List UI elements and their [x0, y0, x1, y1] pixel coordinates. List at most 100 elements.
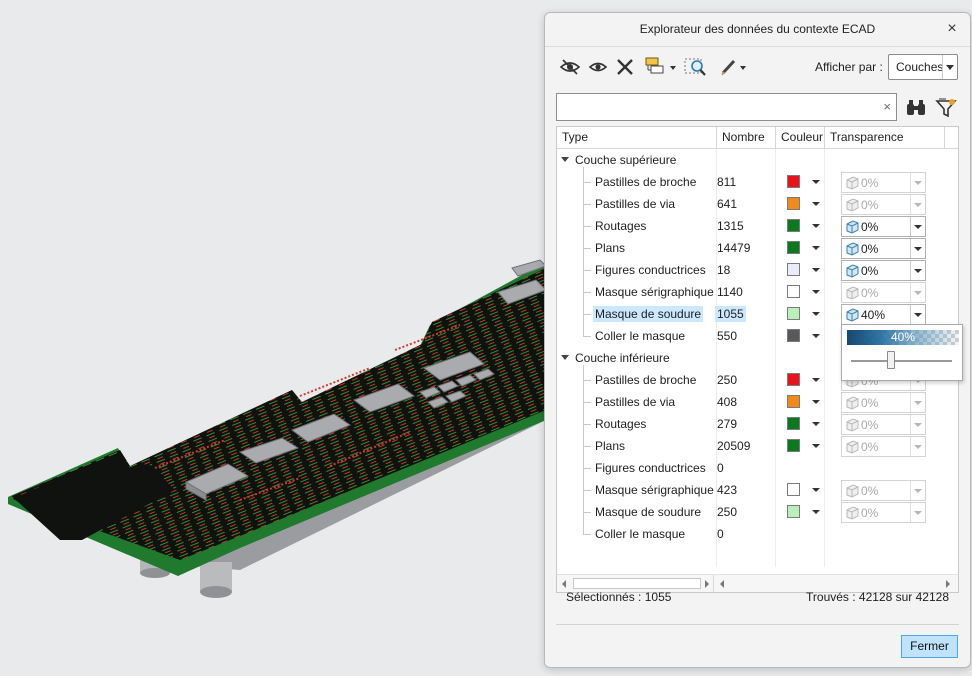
show-icon[interactable]: [586, 55, 610, 79]
scroll-right-icon[interactable]: [705, 580, 709, 588]
tree-item-row[interactable]: Masque de soudure 250 0%: [557, 501, 958, 523]
transparency-cube-icon: [845, 242, 859, 256]
chevron-down-icon[interactable]: [942, 55, 957, 79]
color-chevron-icon[interactable]: [812, 246, 820, 250]
chevron-down-icon[interactable]: [910, 195, 925, 214]
edit-pen-icon[interactable]: [717, 55, 751, 79]
color-chevron-icon[interactable]: [812, 224, 820, 228]
chevron-down-icon[interactable]: [910, 437, 925, 456]
binoculars-icon[interactable]: [905, 97, 927, 119]
color-chevron-icon[interactable]: [812, 268, 820, 272]
transparency-select[interactable]: 0%: [841, 436, 926, 457]
zoom-to-icon[interactable]: [683, 55, 709, 79]
delete-icon[interactable]: [613, 55, 637, 79]
scroll-left-icon[interactable]: [720, 580, 724, 588]
column-type[interactable]: Type: [557, 127, 717, 148]
display-by-label: Afficher par :: [815, 60, 883, 74]
color-swatch[interactable]: [787, 285, 800, 298]
color-swatch[interactable]: [787, 505, 800, 518]
color-swatch[interactable]: [787, 307, 800, 320]
search-input[interactable]: ×: [556, 93, 897, 121]
color-chevron-icon[interactable]: [812, 400, 820, 404]
tree-item-row[interactable]: Routages 1315 0%: [557, 215, 958, 237]
color-swatch[interactable]: [787, 417, 800, 430]
slider-thumb[interactable]: [887, 351, 896, 369]
tree-item-row[interactable]: Masque sérigraphique 423 0%: [557, 479, 958, 501]
tree-item-row[interactable]: Masque sérigraphique 1140 0%: [557, 281, 958, 303]
color-chevron-icon[interactable]: [812, 422, 820, 426]
color-swatch[interactable]: [787, 439, 800, 452]
clear-search-icon[interactable]: ×: [883, 99, 891, 115]
transparency-select[interactable]: 0%: [841, 480, 926, 501]
color-chevron-icon[interactable]: [812, 378, 820, 382]
close-button[interactable]: Fermer: [901, 635, 958, 658]
chevron-down-icon[interactable]: [910, 393, 925, 412]
display-by-select[interactable]: Couches: [888, 54, 958, 80]
transparency-select[interactable]: 0%: [841, 282, 926, 303]
transparency-select[interactable]: 40%: [841, 304, 926, 325]
tree-connector: [583, 204, 591, 205]
tree-item-row[interactable]: Plans 20509 0%: [557, 435, 958, 457]
color-swatch[interactable]: [787, 373, 800, 386]
group-icon[interactable]: [641, 55, 681, 79]
color-swatch[interactable]: [787, 395, 800, 408]
color-chevron-icon[interactable]: [812, 334, 820, 338]
tree-item-row[interactable]: Figures conductrices 0: [557, 457, 958, 479]
color-swatch[interactable]: [787, 219, 800, 232]
color-swatch[interactable]: [787, 197, 800, 210]
hide-icon[interactable]: [557, 55, 583, 79]
tree-item-row[interactable]: Pastilles de broche 811 0%: [557, 171, 958, 193]
color-swatch[interactable]: [787, 175, 800, 188]
chevron-down-icon[interactable]: [910, 217, 925, 236]
transparency-select[interactable]: 0%: [841, 216, 926, 237]
color-chevron-icon[interactable]: [812, 444, 820, 448]
close-icon[interactable]: ×: [942, 19, 962, 39]
tree-item-row[interactable]: Pastilles de via 408 0%: [557, 391, 958, 413]
chevron-down-icon[interactable]: [910, 239, 925, 258]
tree-item-row[interactable]: Routages 279 0%: [557, 413, 958, 435]
tree-item-row[interactable]: Pastilles de via 641 0%: [557, 193, 958, 215]
tree-group-row[interactable]: Couche supérieure: [557, 149, 958, 171]
color-swatch[interactable]: [787, 329, 800, 342]
color-chevron-icon[interactable]: [812, 290, 820, 294]
color-chevron-icon[interactable]: [812, 180, 820, 184]
chevron-down-icon[interactable]: [910, 481, 925, 500]
filter-icon[interactable]: [934, 96, 958, 120]
collapse-chevron-icon[interactable]: [560, 154, 570, 164]
transparency-select[interactable]: 0%: [841, 260, 926, 281]
count-cell: 1140: [717, 285, 743, 299]
transparency-select[interactable]: 0%: [841, 414, 926, 435]
transparency-select[interactable]: 0%: [841, 172, 926, 193]
chevron-down-icon[interactable]: [910, 503, 925, 522]
scroll-left-icon[interactable]: [562, 580, 566, 588]
transparency-select[interactable]: 0%: [841, 238, 926, 259]
transparency-select[interactable]: 0%: [841, 194, 926, 215]
column-transparency[interactable]: Transparence: [825, 127, 945, 148]
chevron-down-icon[interactable]: [910, 415, 925, 434]
tree-item-row[interactable]: Plans 14479 0%: [557, 237, 958, 259]
collapse-chevron-icon[interactable]: [560, 352, 570, 362]
color-swatch[interactable]: [787, 263, 800, 276]
transparency-select[interactable]: 0%: [841, 392, 926, 413]
scroll-right-icon[interactable]: [946, 580, 950, 588]
color-chevron-icon[interactable]: [812, 312, 820, 316]
color-chevron-icon[interactable]: [812, 488, 820, 492]
color-chevron-icon[interactable]: [812, 510, 820, 514]
chevron-down-icon[interactable]: [910, 173, 925, 192]
column-count[interactable]: Nombre: [717, 127, 776, 148]
tree-item-row[interactable]: Figures conductrices 18 0%: [557, 259, 958, 281]
scrollbar-thumb[interactable]: [573, 578, 701, 589]
chevron-down-icon[interactable]: [910, 305, 925, 324]
tree-item-row[interactable]: Coller le masque 0: [557, 523, 958, 545]
column-color[interactable]: Couleur: [776, 127, 825, 148]
transparency-select[interactable]: 0%: [841, 502, 926, 523]
color-swatch[interactable]: [787, 483, 800, 496]
pcb-model[interactable]: [0, 0, 560, 676]
color-swatch[interactable]: [787, 241, 800, 254]
chevron-down-icon[interactable]: [910, 261, 925, 280]
chevron-down-icon[interactable]: [910, 283, 925, 302]
color-chevron-icon[interactable]: [812, 202, 820, 206]
tree-item-row[interactable]: Masque de soudure 1055 40%: [557, 303, 958, 325]
tree-connector: [583, 468, 591, 469]
slider-track[interactable]: [851, 360, 952, 362]
